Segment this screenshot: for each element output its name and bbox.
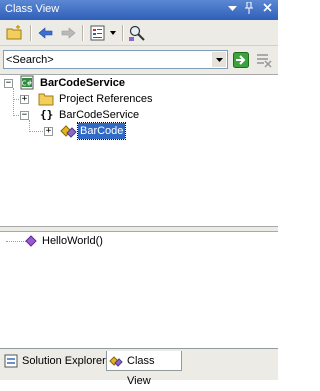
search-bar bbox=[0, 46, 278, 74]
toolbar-separator bbox=[30, 25, 32, 41]
solution-explorer-icon bbox=[4, 354, 18, 368]
auto-hide-pin-button[interactable] bbox=[241, 1, 257, 18]
find-symbol-button[interactable] bbox=[128, 24, 146, 42]
expand-toggle[interactable]: + bbox=[44, 127, 53, 136]
expand-toggle[interactable]: + bbox=[20, 95, 29, 104]
tab-solution-explorer[interactable]: Solution Explorer bbox=[2, 351, 106, 371]
clear-search-icon bbox=[257, 54, 272, 68]
pin-icon bbox=[245, 1, 253, 14]
class-view-tree: − C# BarCodeService + Project References… bbox=[0, 74, 278, 226]
tab-label: Solution Explorer bbox=[22, 355, 106, 367]
window-position-menu-button[interactable] bbox=[224, 2, 240, 18]
chevron-down-icon bbox=[215, 58, 223, 62]
go-arrow-icon bbox=[233, 52, 249, 68]
close-button[interactable] bbox=[259, 2, 275, 18]
namespace-icon: {} bbox=[40, 108, 54, 121]
svg-text:C#: C# bbox=[22, 80, 33, 88]
search-go-button[interactable] bbox=[233, 52, 249, 68]
tab-class-view[interactable]: Class View bbox=[106, 351, 182, 387]
collapse-toggle[interactable]: − bbox=[20, 111, 29, 120]
forward-arrow-icon bbox=[61, 27, 76, 39]
tree-node-label: Project References bbox=[59, 93, 153, 105]
tree-connector-line bbox=[13, 88, 14, 116]
class-view-icon bbox=[109, 356, 123, 367]
chevron-down-icon bbox=[227, 6, 237, 11]
close-icon bbox=[262, 3, 272, 12]
search-combobox[interactable] bbox=[3, 50, 228, 69]
toolbar-separator bbox=[82, 25, 84, 41]
new-folder-button[interactable] bbox=[6, 24, 24, 42]
back-arrow-icon bbox=[38, 27, 53, 39]
view-options-button[interactable] bbox=[89, 24, 119, 42]
class-icon bbox=[60, 125, 77, 138]
search-dropdown-button[interactable] bbox=[212, 52, 226, 67]
forward-button[interactable] bbox=[59, 24, 77, 42]
collapse-toggle[interactable]: − bbox=[4, 79, 13, 88]
csharp-project-icon: C# bbox=[20, 75, 34, 90]
method-icon bbox=[25, 235, 37, 247]
back-button[interactable] bbox=[37, 24, 55, 42]
new-folder-icon bbox=[6, 25, 22, 40]
view-options-icon bbox=[90, 25, 116, 41]
toolbar-separator bbox=[122, 25, 124, 41]
clear-search-button[interactable] bbox=[256, 52, 272, 68]
tree-connector-line bbox=[6, 241, 26, 242]
members-pane: HelloWorld() bbox=[0, 232, 278, 348]
search-input[interactable] bbox=[6, 51, 211, 68]
tree-node-label: BarCodeService bbox=[59, 109, 140, 121]
tab-label: Class View bbox=[127, 355, 155, 387]
tree-node-label: BarCode bbox=[76, 122, 127, 140]
tree-node-label: BarCodeService bbox=[40, 77, 125, 89]
member-label: HelloWorld() bbox=[42, 235, 103, 247]
window-title-bar: Class View bbox=[0, 0, 278, 20]
window-title: Class View bbox=[5, 3, 60, 15]
tree-connector-line bbox=[29, 131, 43, 132]
folder-icon bbox=[38, 93, 54, 106]
toolbar bbox=[0, 20, 278, 46]
find-symbol-icon bbox=[129, 25, 145, 41]
tab-strip: Solution Explorer Class View bbox=[0, 348, 278, 387]
